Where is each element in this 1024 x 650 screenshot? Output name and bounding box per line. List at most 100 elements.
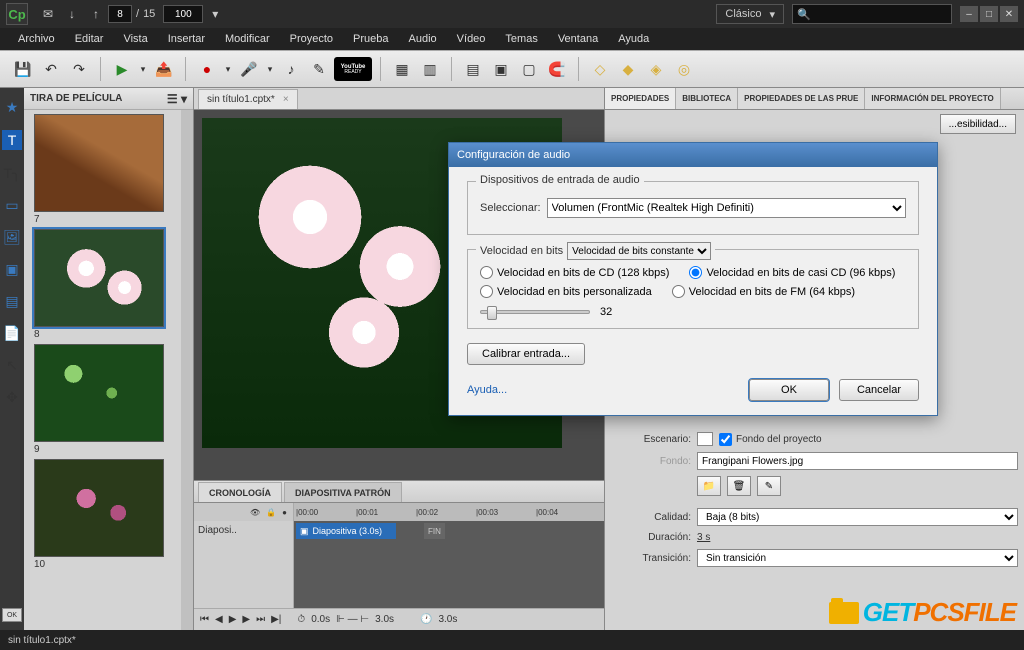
menu-insert[interactable]: Insertar: [158, 33, 215, 45]
text-tool[interactable]: T: [2, 130, 22, 150]
copies-button[interactable]: ▥: [417, 56, 443, 82]
box-tool[interactable]: ▣: [3, 260, 21, 278]
help-link[interactable]: Ayuda...: [467, 384, 507, 396]
preview-caret-icon[interactable]: ▾: [137, 56, 149, 82]
tab-diapositiva-patron[interactable]: DIAPOSITIVA PATRÓN: [284, 482, 402, 502]
tab-biblioteca[interactable]: BIBLIOTECA: [676, 88, 738, 109]
play-button[interactable]: ▶: [229, 614, 237, 625]
page-current-input[interactable]: [108, 5, 132, 23]
next-button[interactable]: ▶: [242, 614, 250, 625]
tab-info-proyecto[interactable]: INFORMACIÓN DEL PROYECTO: [865, 88, 1000, 109]
star-tool[interactable]: ★: [3, 98, 21, 116]
shape-tool[interactable]: ▭: [3, 196, 21, 214]
menu-edit[interactable]: Editar: [65, 33, 114, 45]
download-icon[interactable]: ↓: [63, 5, 81, 23]
dot-icon[interactable]: ●: [282, 508, 287, 517]
prev-button[interactable]: ◀: [215, 614, 223, 625]
layer1-button[interactable]: ◇: [587, 56, 613, 82]
close-button[interactable]: ✕: [1000, 6, 1018, 22]
menu-window[interactable]: Ventana: [548, 33, 608, 45]
youtube-button[interactable]: YouTube READY: [334, 57, 372, 81]
undo-button[interactable]: ↶: [38, 56, 64, 82]
last-button[interactable]: ▶|: [271, 614, 281, 625]
layout1-button[interactable]: ▣: [488, 56, 514, 82]
delete-button[interactable]: 🗑: [727, 476, 751, 496]
widget-tool[interactable]: ▤: [3, 292, 21, 310]
slide-thumb-9[interactable]: 9: [34, 344, 171, 455]
menu-file[interactable]: Archivo: [8, 33, 65, 45]
ok-tool-button[interactable]: OK: [2, 608, 22, 622]
menu-view[interactable]: Vista: [113, 33, 157, 45]
record-button[interactable]: ●: [194, 56, 220, 82]
text-entry-tool[interactable]: T╮: [3, 164, 21, 182]
radio-cd[interactable]: Velocidad en bits de CD (128 kbps): [480, 266, 669, 279]
preview-button[interactable]: ▶: [109, 56, 135, 82]
fondo-proyecto-checkbox[interactable]: [719, 433, 732, 446]
escenario-swatch[interactable]: [697, 432, 713, 446]
document-tab[interactable]: sin título1.cptx* ×: [198, 89, 298, 109]
filmstrip-menu-icon[interactable]: ☰ ▾: [167, 92, 187, 106]
record-caret-icon[interactable]: ▾: [222, 56, 234, 82]
browse-button[interactable]: 📁: [697, 476, 721, 496]
dialog-title-bar[interactable]: Configuración de audio: [449, 143, 937, 167]
duracion-value[interactable]: 3 s: [697, 532, 1018, 543]
menu-help[interactable]: Ayuda: [608, 33, 659, 45]
zoom-caret-icon[interactable]: ▾: [206, 5, 224, 23]
redo-button[interactable]: ↷: [66, 56, 92, 82]
layout2-button[interactable]: ▢: [516, 56, 542, 82]
minimize-button[interactable]: ‒: [960, 6, 978, 22]
mic-caret-icon[interactable]: ▾: [264, 56, 276, 82]
save-button[interactable]: 💾: [10, 56, 36, 82]
radio-custom[interactable]: Velocidad en bits personalizada: [480, 285, 652, 298]
edit-button[interactable]: ✎: [757, 476, 781, 496]
image-tool[interactable]: 🖼: [3, 228, 21, 246]
accessibility-button[interactable]: ...esibilidad...: [940, 114, 1016, 134]
layer4-button[interactable]: ◎: [671, 56, 697, 82]
radio-near-cd[interactable]: Velocidad en bits de casi CD (96 kbps): [689, 266, 895, 279]
zoom-input[interactable]: [163, 5, 203, 23]
layer3-button[interactable]: ◈: [643, 56, 669, 82]
slide-thumb-10[interactable]: 10: [34, 459, 171, 570]
calibrate-button[interactable]: Calibrar entrada...: [467, 343, 585, 365]
workspace-switcher[interactable]: Clásico ▾: [716, 4, 784, 24]
slide-thumb-8[interactable]: 8: [34, 229, 171, 340]
calidad-select[interactable]: Baja (8 bits): [697, 508, 1018, 526]
mic-button[interactable]: 🎤: [236, 56, 262, 82]
tab-propiedades[interactable]: PROPIEDADES: [605, 88, 676, 109]
eye-icon[interactable]: 👁: [250, 508, 260, 517]
audio-button[interactable]: ♪: [278, 56, 304, 82]
layer2-button[interactable]: ◆: [615, 56, 641, 82]
mail-icon[interactable]: ✉: [39, 5, 57, 23]
menu-modify[interactable]: Modificar: [215, 33, 280, 45]
slides-tool[interactable]: 📄: [3, 324, 21, 342]
bitrate-mode-select[interactable]: Velocidad de bits constante: [567, 242, 711, 260]
transicion-select[interactable]: Sin transición: [697, 549, 1018, 567]
grid-button[interactable]: ▤: [460, 56, 486, 82]
device-select[interactable]: Volumen (FrontMic (Realtek High Definiti…: [547, 198, 906, 218]
tab-propiedades-prueba[interactable]: PROPIEDADES DE LAS PRUE: [738, 88, 865, 109]
publish-button[interactable]: 📤: [151, 56, 177, 82]
cancel-button[interactable]: Cancelar: [839, 379, 919, 401]
menu-project[interactable]: Proyecto: [280, 33, 343, 45]
arrow-tool[interactable]: ↖: [3, 356, 21, 374]
tab-close-icon[interactable]: ×: [283, 94, 289, 105]
slides-button[interactable]: ▦: [389, 56, 415, 82]
bitrate-slider[interactable]: [480, 310, 590, 314]
menu-audio[interactable]: Audio: [399, 33, 447, 45]
menu-video[interactable]: Vídeo: [447, 33, 496, 45]
timeline-ruler[interactable]: |00:00 |00:01 |00:02 |00:03 |00:04: [294, 503, 604, 521]
search-input[interactable]: 🔍: [792, 4, 952, 24]
move-tool[interactable]: ✥: [3, 388, 21, 406]
lock-icon[interactable]: 🔒: [266, 508, 276, 517]
maximize-button[interactable]: □: [980, 6, 998, 22]
snap-button[interactable]: 🧲: [544, 56, 570, 82]
ok-button[interactable]: OK: [749, 379, 829, 401]
radio-fm[interactable]: Velocidad en bits de FM (64 kbps): [672, 285, 855, 298]
tab-cronologia[interactable]: CRONOLOGÍA: [198, 482, 282, 502]
menu-quiz[interactable]: Prueba: [343, 33, 398, 45]
timeline-clip[interactable]: ▣ Diapositiva (3.0s): [296, 523, 396, 539]
upload-icon[interactable]: ↑: [87, 5, 105, 23]
track-label[interactable]: Diaposi..: [194, 521, 294, 608]
end-button[interactable]: ⏭: [256, 614, 265, 625]
caption-button[interactable]: ✎: [306, 56, 332, 82]
